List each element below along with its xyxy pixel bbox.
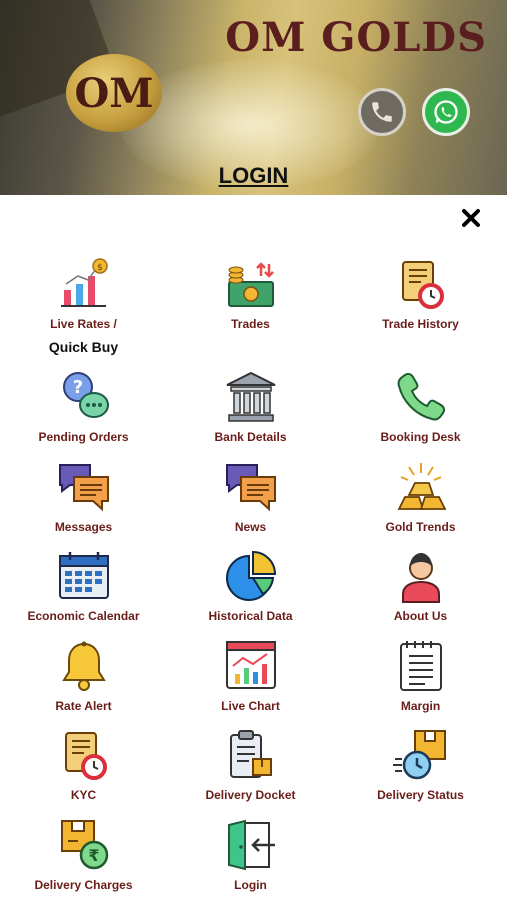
menu-item-label: Delivery Charges bbox=[34, 877, 133, 892]
scroll-clock-icon bbox=[393, 256, 449, 312]
menu-item-label: Trades bbox=[231, 317, 270, 331]
menu-item-label: Booking Desk bbox=[380, 430, 461, 444]
whatsapp-button[interactable] bbox=[422, 88, 470, 136]
phone-icon bbox=[372, 102, 392, 122]
menu-item-label: Pending Orders bbox=[38, 430, 129, 444]
menu-item-pending-orders[interactable]: ? Pending Orders bbox=[0, 365, 167, 455]
menu-item-label: Rate Alert bbox=[55, 698, 112, 713]
brand-title: OM GOLDS bbox=[225, 14, 487, 61]
menu-item-historical-data[interactable]: Historical Data bbox=[167, 544, 334, 634]
menu-item-label: Delivery Docket bbox=[205, 788, 296, 802]
box-clock-icon bbox=[392, 727, 449, 783]
box-rupee-icon: ₹ bbox=[56, 817, 112, 873]
logo-text: OM bbox=[74, 69, 154, 117]
menu-item-label: KYC bbox=[70, 788, 97, 802]
menu-item-economic-calendar[interactable]: Economic Calendar bbox=[0, 544, 167, 634]
menu-grid: $ Live Rates / Quick Buy Trades Trade Hi… bbox=[0, 252, 507, 900]
menu-item-kyc[interactable]: KYC bbox=[0, 723, 167, 813]
login-door-icon bbox=[223, 817, 279, 873]
phone-icon bbox=[393, 369, 449, 425]
bell-icon bbox=[56, 638, 112, 694]
menu-item-label: News bbox=[234, 519, 267, 534]
menu-item-bank-details[interactable]: Bank Details bbox=[167, 365, 334, 455]
menu-item-label: About Us bbox=[393, 609, 448, 623]
menu-item-news[interactable]: News bbox=[167, 455, 334, 545]
gold-bars-icon bbox=[393, 459, 449, 515]
close-button[interactable] bbox=[459, 206, 483, 230]
menu-item-login[interactable]: Login bbox=[167, 813, 334, 900]
header-banner: OM GOLDS OM LOGIN bbox=[0, 0, 507, 195]
menu-item-booking-desk[interactable]: Booking Desk bbox=[334, 365, 507, 455]
bank-icon bbox=[223, 369, 279, 425]
menu-item-label: Delivery Status bbox=[377, 788, 464, 802]
chat-bubbles-icon bbox=[56, 459, 112, 515]
menu-item-label: Live Rates / bbox=[50, 317, 117, 331]
calendar-icon bbox=[56, 548, 112, 604]
person-icon bbox=[393, 548, 449, 604]
brand-logo: OM bbox=[66, 54, 162, 132]
question-chat-icon: ? bbox=[56, 369, 112, 425]
chat-bubbles-icon bbox=[223, 459, 279, 515]
whatsapp-icon bbox=[434, 100, 458, 124]
scroll-clock-icon bbox=[56, 727, 112, 783]
menu-item-delivery-charges[interactable]: ₹ Delivery Charges bbox=[0, 813, 167, 900]
line-chart-icon bbox=[223, 638, 279, 694]
menu-item-label: Messages bbox=[54, 519, 113, 534]
menu-item-margin[interactable]: Margin bbox=[334, 634, 507, 724]
svg-text:?: ? bbox=[72, 377, 82, 398]
menu-item-live-chart[interactable]: Live Chart bbox=[167, 634, 334, 724]
menu-item-gold-trends[interactable]: Gold Trends bbox=[334, 455, 507, 545]
menu-item-trade-history[interactable]: Trade History bbox=[334, 252, 507, 365]
svg-text:$: $ bbox=[97, 263, 103, 273]
bar-chart-coin-icon: $ bbox=[56, 256, 112, 312]
menu-item-messages[interactable]: Messages bbox=[0, 455, 167, 545]
menu-item-label: Economic Calendar bbox=[27, 609, 140, 623]
menu-item-label: Gold Trends bbox=[385, 519, 456, 534]
menu-item-delivery-status[interactable]: Delivery Status bbox=[334, 723, 507, 813]
menu-item-trades[interactable]: Trades bbox=[167, 252, 334, 365]
menu-item-label: Login bbox=[234, 877, 267, 892]
menu-item-about-us[interactable]: About Us bbox=[334, 544, 507, 634]
clipboard-box-icon bbox=[223, 727, 279, 783]
menu-item-label: Trade History bbox=[382, 317, 459, 331]
close-icon bbox=[462, 209, 480, 227]
call-button[interactable] bbox=[358, 88, 406, 136]
menu-item-label: Bank Details bbox=[214, 430, 287, 444]
menu-item-live-rates[interactable]: $ Live Rates / Quick Buy bbox=[0, 252, 167, 365]
menu-item-label: Historical Data bbox=[208, 609, 293, 623]
pie-chart-icon bbox=[223, 548, 279, 604]
svg-text:₹: ₹ bbox=[88, 846, 99, 865]
menu-item-rate-alert[interactable]: Rate Alert bbox=[0, 634, 167, 724]
menu-item-label: Margin bbox=[400, 698, 441, 713]
coins-cash-icon bbox=[223, 256, 279, 312]
menu-item-sublabel: Quick Buy bbox=[48, 339, 119, 355]
notepad-icon bbox=[393, 638, 449, 694]
menu-item-label: Live Chart bbox=[221, 698, 280, 713]
menu-item-delivery-docket[interactable]: Delivery Docket bbox=[167, 723, 334, 813]
page-title: LOGIN bbox=[218, 163, 289, 188]
